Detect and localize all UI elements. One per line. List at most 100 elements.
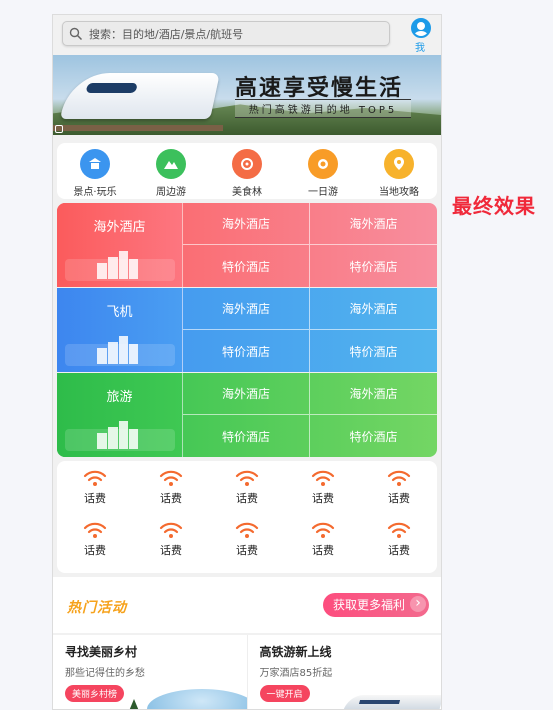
wifi-signal-icon [387, 522, 411, 538]
phone-fee-label: 话费 [312, 544, 334, 557]
block-title: 旅游 [106, 390, 133, 405]
cell-special-hotel[interactable]: 特价酒店 [183, 330, 310, 372]
phone-fee-label: 话费 [160, 492, 182, 505]
promo-banner[interactable]: 高速享受慢生活 热门高铁游目的地 TOP5 [53, 55, 441, 135]
more-benefits-button[interactable]: 获取更多福利 [322, 593, 429, 617]
activity-card-train[interactable]: 高铁游新上线 万家酒店85折起 一键开启 [248, 635, 441, 709]
block-title: 飞机 [106, 305, 133, 320]
card-title: 寻找美丽乡村 [65, 645, 138, 659]
wifi-signal-icon [83, 522, 107, 538]
phone-fee-item[interactable]: 话费 [57, 465, 133, 517]
card-tag-button[interactable]: 一键开启 [259, 685, 310, 702]
building-icon [97, 249, 139, 279]
phone-fee-grid: 话费 话费 话费 话费 话费 话费 话费 话费 话费 话费 [57, 461, 437, 573]
travel-block: 旅游 海外酒店 海外酒店 特价酒店 特价酒店 [57, 373, 437, 457]
cell-special-hotel[interactable]: 特价酒店 [183, 415, 310, 457]
banner-indicator-icon [55, 125, 63, 133]
badge-icon [308, 149, 338, 179]
category-attractions[interactable]: 景点·玩乐 [62, 149, 128, 198]
card-subtitle: 那些记得住的乡愁 [65, 668, 145, 679]
phone-fee-label: 话费 [236, 492, 258, 505]
phone-fee-item[interactable]: 话费 [361, 517, 437, 569]
wifi-signal-icon [311, 522, 335, 538]
search-placeholder: 搜索：目的地/酒店/景点/航班号 [89, 27, 244, 41]
category-nav: 景点·玩乐 周边游 美食林 一日游 当地攻略 [57, 143, 437, 199]
train-image [342, 695, 441, 709]
top-bar: 搜索：目的地/酒店/景点/航班号 我 的 [53, 15, 441, 69]
hot-activities-title: 热门活动 [67, 600, 127, 616]
mountain-icon [156, 149, 186, 179]
banner-track [53, 125, 223, 131]
category-food[interactable]: 美食林 [214, 149, 280, 198]
phone-fee-label: 话费 [84, 544, 106, 557]
category-local-guide[interactable]: 当地攻略 [366, 149, 432, 198]
block-title: 海外酒店 [93, 220, 146, 235]
block-cells: 海外酒店 海外酒店 特价酒店 特价酒店 [183, 373, 437, 457]
cell-special-hotel[interactable]: 特价酒店 [310, 330, 437, 372]
user-avatar-icon [411, 18, 431, 38]
category-day-trip[interactable]: 一日游 [290, 149, 356, 198]
category-label: 景点·玩乐 [73, 187, 117, 198]
block-main-tile[interactable]: 旅游 [57, 373, 183, 457]
wifi-signal-icon [235, 522, 259, 538]
cell-overseas-hotel[interactable]: 海外酒店 [310, 203, 437, 245]
food-icon [232, 149, 262, 179]
final-effect-label: 最终效果 [452, 194, 536, 218]
building-icon [97, 419, 139, 449]
phone-fee-item[interactable]: 话费 [361, 465, 437, 517]
phone-fee-label: 话费 [312, 492, 334, 505]
flight-block: 飞机 海外酒店 海外酒店 特价酒店 特价酒店 [57, 288, 437, 372]
cell-overseas-hotel[interactable]: 海外酒店 [183, 203, 310, 245]
block-main-tile[interactable]: 海外酒店 [57, 203, 183, 287]
banner-subtitle: 热门高铁游目的地 TOP5 [235, 99, 411, 118]
phone-fee-label: 话费 [388, 492, 410, 505]
phone-fee-item[interactable]: 话费 [209, 517, 285, 569]
cell-special-hotel[interactable]: 特价酒店 [183, 245, 310, 287]
wifi-signal-icon [235, 470, 259, 486]
cell-overseas-hotel[interactable]: 海外酒店 [310, 288, 437, 330]
card-subtitle: 万家酒店85折起 [259, 668, 333, 679]
wifi-signal-icon [159, 522, 183, 538]
hot-activities-header: 热门活动 获取更多福利 [53, 577, 441, 633]
cell-overseas-hotel[interactable]: 海外酒店 [183, 288, 310, 330]
category-nearby[interactable]: 周边游 [138, 149, 204, 198]
card-landscape-image [146, 689, 247, 709]
block-main-tile[interactable]: 飞机 [57, 288, 183, 372]
cell-overseas-hotel[interactable]: 海外酒店 [183, 373, 310, 415]
phone-fee-label: 话费 [160, 544, 182, 557]
category-label: 一日游 [308, 187, 338, 198]
wifi-signal-icon [311, 470, 335, 486]
search-bar[interactable]: 搜索：目的地/酒店/景点/航班号 [62, 21, 390, 46]
card-title: 高铁游新上线 [259, 645, 332, 659]
service-grid: 海外酒店 海外酒店 海外酒店 特价酒店 特价酒店 飞机 海外酒店 海外酒店 特价… [57, 203, 437, 457]
phone-fee-item[interactable]: 话费 [133, 517, 209, 569]
attraction-icon [80, 149, 110, 179]
wifi-signal-icon [387, 470, 411, 486]
location-icon [384, 149, 414, 179]
category-label: 美食林 [232, 187, 262, 198]
block-cells: 海外酒店 海外酒店 特价酒店 特价酒店 [183, 288, 437, 372]
search-icon [69, 27, 83, 40]
phone-fee-item[interactable]: 话费 [285, 465, 361, 517]
activity-cards: 寻找美丽乡村 那些记得住的乡愁 美丽乡村榜 高铁游新上线 万家酒店85折起 一键… [53, 635, 441, 709]
phone-fee-item[interactable]: 话费 [209, 465, 285, 517]
banner-train-image [60, 73, 220, 119]
category-label: 当地攻略 [379, 187, 419, 198]
card-tag-button[interactable]: 美丽乡村榜 [65, 685, 125, 702]
phone-fee-label: 话费 [236, 544, 258, 557]
cell-overseas-hotel[interactable]: 海外酒店 [310, 373, 437, 415]
hotel-block: 海外酒店 海外酒店 海外酒店 特价酒店 特价酒店 [57, 203, 437, 287]
cell-special-hotel[interactable]: 特价酒店 [310, 245, 437, 287]
phone-fee-label: 话费 [84, 492, 106, 505]
phone-fee-item[interactable]: 话费 [57, 517, 133, 569]
activity-card-village[interactable]: 寻找美丽乡村 那些记得住的乡愁 美丽乡村榜 [53, 635, 248, 709]
wifi-signal-icon [83, 470, 107, 486]
phone-fee-item[interactable]: 话费 [133, 465, 209, 517]
category-label: 周边游 [156, 187, 186, 198]
wifi-signal-icon [159, 470, 183, 486]
tree-icon [129, 699, 139, 709]
block-cells: 海外酒店 海外酒店 特价酒店 特价酒店 [183, 203, 437, 287]
cell-special-hotel[interactable]: 特价酒店 [310, 415, 437, 457]
mobile-page: 搜索：目的地/酒店/景点/航班号 我 的 高速享受慢生活 热门高铁游目的地 TO… [52, 14, 442, 710]
phone-fee-item[interactable]: 话费 [285, 517, 361, 569]
